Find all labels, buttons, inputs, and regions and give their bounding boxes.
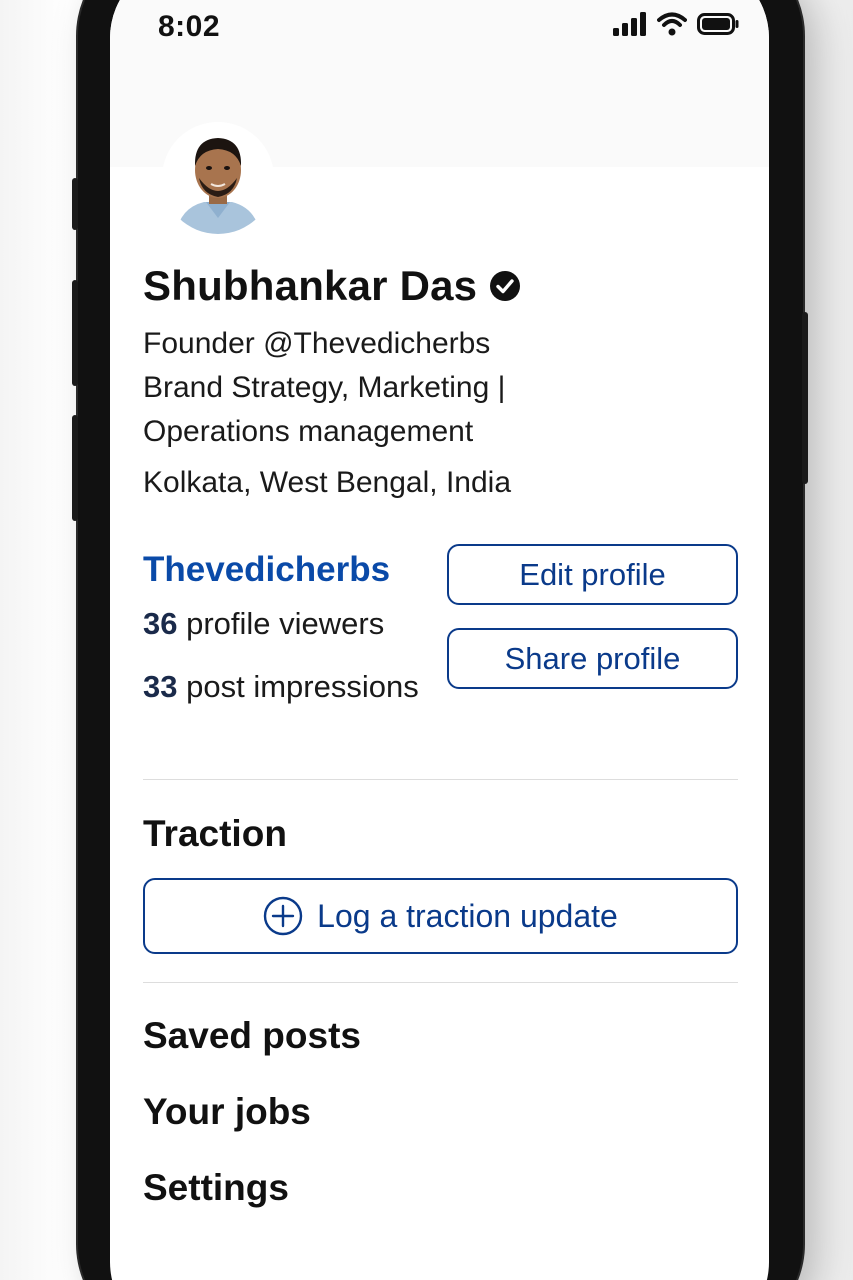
menu-item-settings[interactable]: Settings	[143, 1167, 289, 1209]
phone-volume-up-button	[72, 280, 78, 386]
profile-photo	[162, 122, 274, 234]
device-stage: 8:02 Shubhankar Das Founder @Thevedicher…	[0, 0, 853, 1280]
signal-icon	[613, 12, 646, 36]
phone-power-button	[802, 312, 808, 484]
phone-volume-down-button	[72, 415, 78, 521]
battery-icon	[697, 13, 739, 35]
wifi-icon	[657, 12, 687, 36]
verified-check-icon	[490, 271, 521, 301]
menu-item-saved-posts[interactable]: Saved posts	[143, 1015, 361, 1057]
profile-headline: Founder @Thevedicherbs Brand Strategy, M…	[143, 322, 505, 454]
traction-title: Traction	[143, 813, 287, 854]
headline-line: Founder @Thevedicherbs	[143, 327, 491, 360]
edit-profile-button[interactable]: Edit profile	[447, 544, 738, 605]
divider	[143, 982, 738, 983]
post-impressions-stat[interactable]: 33 post impressions	[143, 669, 419, 705]
status-icons	[613, 12, 739, 36]
status-time: 8:02	[158, 10, 221, 43]
phone-screen: 8:02 Shubhankar Das Founder @Thevedicher…	[110, 0, 769, 1280]
share-profile-button[interactable]: Share profile	[447, 628, 738, 689]
log-traction-button[interactable]: Log a traction update	[143, 878, 738, 954]
plus-circle-icon	[263, 896, 303, 936]
headline-line: Brand Strategy, Marketing |	[143, 371, 506, 404]
profile-viewers-label: profile viewers	[186, 606, 385, 641]
post-impressions-label: post impressions	[186, 669, 419, 704]
headline-line: Operations management	[143, 415, 474, 448]
phone-action-button	[72, 178, 78, 230]
log-traction-label: Log a traction update	[317, 897, 618, 934]
divider	[143, 779, 738, 780]
profile-name: Shubhankar Das	[143, 262, 478, 309]
post-impressions-count: 33	[143, 669, 178, 704]
name-row: Shubhankar Das	[143, 262, 521, 310]
menu-item-your-jobs[interactable]: Your jobs	[143, 1091, 311, 1133]
profile-viewers-count: 36	[143, 606, 178, 641]
company-link[interactable]: Thevedicherbs	[143, 550, 390, 590]
profile-viewers-stat[interactable]: 36 profile viewers	[143, 606, 384, 642]
avatar[interactable]	[162, 122, 274, 234]
profile-location: Kolkata, West Bengal, India	[143, 466, 511, 499]
